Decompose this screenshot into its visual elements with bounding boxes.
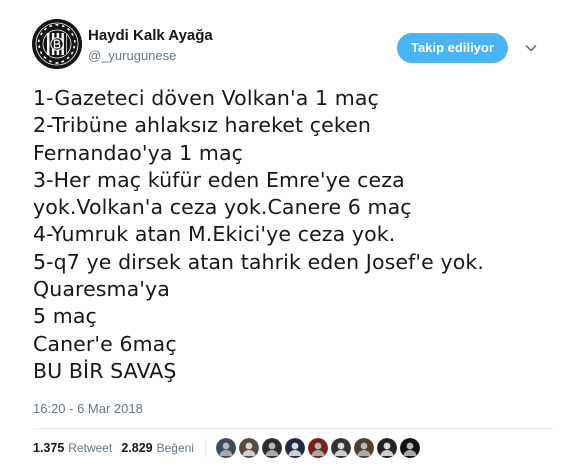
tweet-header: Haydi Kalk Ayağa @_yurugunese Takip edil… [32, 19, 552, 71]
liker-avatar-icon[interactable] [238, 438, 259, 458]
tweet-line: 1-Gazeteci döven Volkan'a 1 maç [33, 86, 379, 110]
liker-avatar-icon[interactable] [261, 438, 282, 458]
display-name[interactable]: Haydi Kalk Ayağa [88, 27, 213, 45]
liker-avatar-icon[interactable] [215, 438, 236, 458]
liker-avatar-icon[interactable] [353, 438, 374, 458]
team-logo-icon[interactable] [32, 19, 82, 69]
tweet-line: yok.Volkan'a ceza yok.Canere 6 maç [33, 195, 412, 220]
liker-avatar-icon[interactable] [307, 438, 328, 458]
like-count[interactable]: 2.829 Beğeni [121, 441, 194, 455]
tweet-line: BU BİR SAVAŞ [33, 358, 177, 383]
tweet-line: 5 maç [33, 304, 97, 329]
liker-avatar-icon[interactable] [399, 438, 420, 458]
liker-avatar-icon[interactable] [284, 438, 305, 458]
like-count-value: 2.829 [121, 441, 153, 455]
user-handle[interactable]: @_yurugunese [88, 47, 213, 64]
chevron-down-icon[interactable] [522, 39, 540, 57]
divider [33, 428, 553, 429]
user-info: Haydi Kalk Ayağa @_yurugunese [88, 27, 213, 64]
tweet-card: Haydi Kalk Ayağa @_yurugunese Takip edil… [0, 0, 565, 474]
tweet-stats: 1.375 Retweet 2.829 Beğeni [33, 438, 423, 458]
retweet-count[interactable]: 1.375 Retweet [33, 441, 112, 455]
tweet-text: 1-Gazeteci döven Volkan'a 1 maç 2-Tribün… [33, 85, 558, 385]
retweet-count-value: 1.375 [33, 441, 65, 455]
tweet-line: 4-Yumruk atan M.Ekici'ye ceza yok. [33, 222, 396, 247]
tweet-line: Fernandao'ya 1 maç [33, 140, 244, 165]
following-button[interactable]: Takip ediliyor [397, 33, 508, 63]
liker-avatars [215, 438, 423, 458]
tweet-line: 5-q7 ye dirsek atan tahrik eden Josef'e … [33, 249, 484, 274]
retweet-count-label: Retweet [68, 441, 113, 455]
tweet-line: 3-Her maç küfür eden Emre'ye ceza [33, 167, 405, 192]
liker-avatar-icon[interactable] [330, 438, 351, 458]
tweet-line: Caner'e 6maç [33, 331, 177, 356]
tweet-timestamp[interactable]: 16:20 - 6 Mar 2018 [33, 401, 143, 416]
liker-avatar-icon[interactable] [376, 438, 397, 458]
tweet-line: Quaresma'ya [33, 277, 170, 302]
like-count-label: Beğeni [156, 441, 194, 455]
stats-separator [204, 438, 206, 458]
tweet-line: 2-Tribüne ahlaksız hareket çeken [33, 113, 371, 138]
